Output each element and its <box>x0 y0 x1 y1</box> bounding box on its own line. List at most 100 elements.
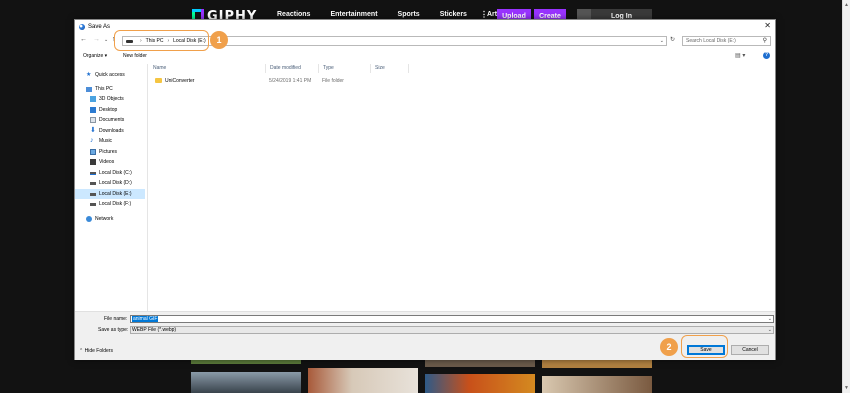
nav-item-downloads[interactable]: ⬇ Downloads <box>75 126 145 136</box>
gif-tile[interactable] <box>425 360 535 367</box>
gif-tile[interactable] <box>191 372 301 393</box>
nav-item-network[interactable]: Network <box>75 214 145 224</box>
organize-button[interactable]: Organize ▾ <box>83 53 107 59</box>
chevron-down-icon[interactable]: ⌄ <box>660 38 664 44</box>
nav-item-label: Network <box>95 216 114 222</box>
desktop-icon <box>90 107 96 113</box>
gif-tile[interactable] <box>191 360 301 364</box>
file-row[interactable]: UniConverter 5/24/2019 1:41 PM File fold… <box>149 76 479 86</box>
page-scrollbar[interactable]: ▲ ▼ <box>842 0 850 393</box>
nav-item-label: This PC <box>95 86 113 92</box>
drive-icon <box>90 171 96 175</box>
nav-item-local-disk-e[interactable]: Local Disk (E:) <box>75 189 145 199</box>
picture-icon <box>90 149 96 155</box>
search-placeholder: Search Local Disk (E:) <box>686 38 736 44</box>
annotation-badge-1: 1 <box>210 31 228 49</box>
nav-item-label: Quick access <box>95 72 125 78</box>
nav-item-label: Local Disk (D:) <box>99 180 132 186</box>
file-date: 5/24/2019 1:41 PM <box>269 78 312 84</box>
file-name-label: File name: <box>104 316 128 322</box>
nav-item-label: Local Disk (C:) <box>99 170 132 176</box>
nav-item-label: Downloads <box>99 128 124 134</box>
folder-icon <box>155 78 162 83</box>
network-icon <box>86 216 92 222</box>
document-icon <box>90 117 96 123</box>
nav-item-videos[interactable]: Videos <box>75 157 145 167</box>
column-header-name[interactable]: Name <box>149 64 266 73</box>
nav-sports[interactable]: Sports <box>398 11 420 18</box>
column-header-size[interactable]: Size <box>371 64 409 73</box>
music-icon: ♪ <box>90 137 94 144</box>
scroll-down-icon[interactable]: ▼ <box>844 385 849 391</box>
file-type: File folder <box>322 78 344 84</box>
gif-tile[interactable] <box>542 360 652 368</box>
save-as-type-label: Save as type: <box>98 327 129 333</box>
download-icon: ⬇ <box>90 127 96 134</box>
nav-item-music[interactable]: ♪ Music <box>75 136 145 146</box>
back-arrow-icon[interactable]: ← <box>80 36 87 44</box>
column-header-type[interactable]: Type <box>319 64 371 73</box>
nav-item-desktop[interactable]: Desktop <box>75 105 145 115</box>
gif-tile[interactable] <box>425 374 535 393</box>
close-icon[interactable]: ✕ <box>764 22 771 30</box>
nav-item-label: Videos <box>99 159 115 165</box>
refresh-icon[interactable]: ↻ <box>670 36 675 43</box>
nav-item-label: 3D Objects <box>99 96 124 102</box>
file-name-value: animal GIF <box>132 316 159 322</box>
annotation-box-address <box>114 30 209 51</box>
nav-item-label: Music <box>99 138 113 144</box>
forward-arrow-icon[interactable]: → <box>93 36 100 44</box>
nav-item-local-disk-f[interactable]: Local Disk (F:) <box>75 199 145 209</box>
chrome-icon <box>79 23 85 30</box>
nav-item-documents[interactable]: Documents <box>75 115 145 125</box>
more-menu-icon[interactable]: ⋮ <box>480 10 488 19</box>
nav-item-3d-objects[interactable]: 3D Objects <box>75 94 145 104</box>
view-options-icon[interactable]: ▤ ▾ <box>735 52 745 59</box>
dialog-title: Save As <box>88 23 111 30</box>
nav-reactions[interactable]: Reactions <box>277 11 310 18</box>
annotation-box-save <box>681 335 728 358</box>
search-input[interactable]: Search Local Disk (E:) ⚲ <box>682 36 771 46</box>
new-folder-button[interactable]: New folder <box>123 53 147 59</box>
gif-tile[interactable] <box>542 376 652 393</box>
cube-icon <box>90 96 96 102</box>
search-icon: ⚲ <box>762 38 767 44</box>
cancel-button[interactable]: Cancel <box>731 345 769 355</box>
column-header-date[interactable]: Date modified <box>266 64 319 73</box>
nav-item-quick-access[interactable]: ★ Quick access <box>75 70 145 80</box>
chevron-down-icon[interactable]: ⌄ <box>768 327 772 333</box>
drive-icon <box>90 202 96 206</box>
help-icon[interactable]: ? <box>763 52 770 59</box>
nav-item-pictures[interactable]: Pictures <box>75 147 145 157</box>
nav-item-local-disk-c[interactable]: Local Disk (C:) <box>75 168 145 178</box>
hide-folders-toggle[interactable]: ⌃ Hide Folders <box>79 348 113 354</box>
computer-icon <box>86 86 92 92</box>
nav-item-this-pc[interactable]: This PC <box>75 84 145 94</box>
video-icon <box>90 159 96 165</box>
navigation-pane: ★ Quick access This PC 3D Objects Deskto… <box>75 64 147 311</box>
scroll-up-icon[interactable]: ▲ <box>844 2 849 8</box>
recent-locations-icon[interactable]: ⌄ <box>104 36 108 44</box>
file-list: Name Date modified Type Size UniConverte… <box>149 64 775 311</box>
nav-item-local-disk-d[interactable]: Local Disk (D:) <box>75 178 145 188</box>
star-icon: ★ <box>86 72 92 78</box>
drive-icon <box>90 181 96 185</box>
gif-tile[interactable] <box>308 368 418 393</box>
nav-item-label: Desktop <box>99 107 118 113</box>
chevron-down-icon[interactable]: ⌄ <box>768 316 772 322</box>
nav-item-label: Local Disk (E:) <box>99 191 132 197</box>
file-name-field[interactable]: animal GIF ⌄ <box>130 315 774 323</box>
hide-folders-label: Hide Folders <box>84 348 113 354</box>
file-name: UniConverter <box>165 78 195 84</box>
save-as-type-select[interactable]: WEBP File (*.webp) ⌄ <box>130 326 774 334</box>
nav-item-label: Pictures <box>99 149 118 155</box>
nav-entertainment[interactable]: Entertainment <box>330 11 377 18</box>
nav-item-label: Local Disk (F:) <box>99 201 132 207</box>
save-as-type-value: WEBP File (*.webp) <box>132 327 177 333</box>
giphy-nav: Reactions Entertainment Sports Stickers … <box>277 11 529 18</box>
save-as-dialog: Save As ✕ ← → ⌄ ↑ › This PC › Local Disk… <box>74 19 776 360</box>
pane-divider[interactable] <box>147 64 148 311</box>
nav-item-label: Documents <box>99 117 125 123</box>
chevron-up-icon: ⌃ <box>79 348 84 354</box>
nav-stickers[interactable]: Stickers <box>440 11 467 18</box>
